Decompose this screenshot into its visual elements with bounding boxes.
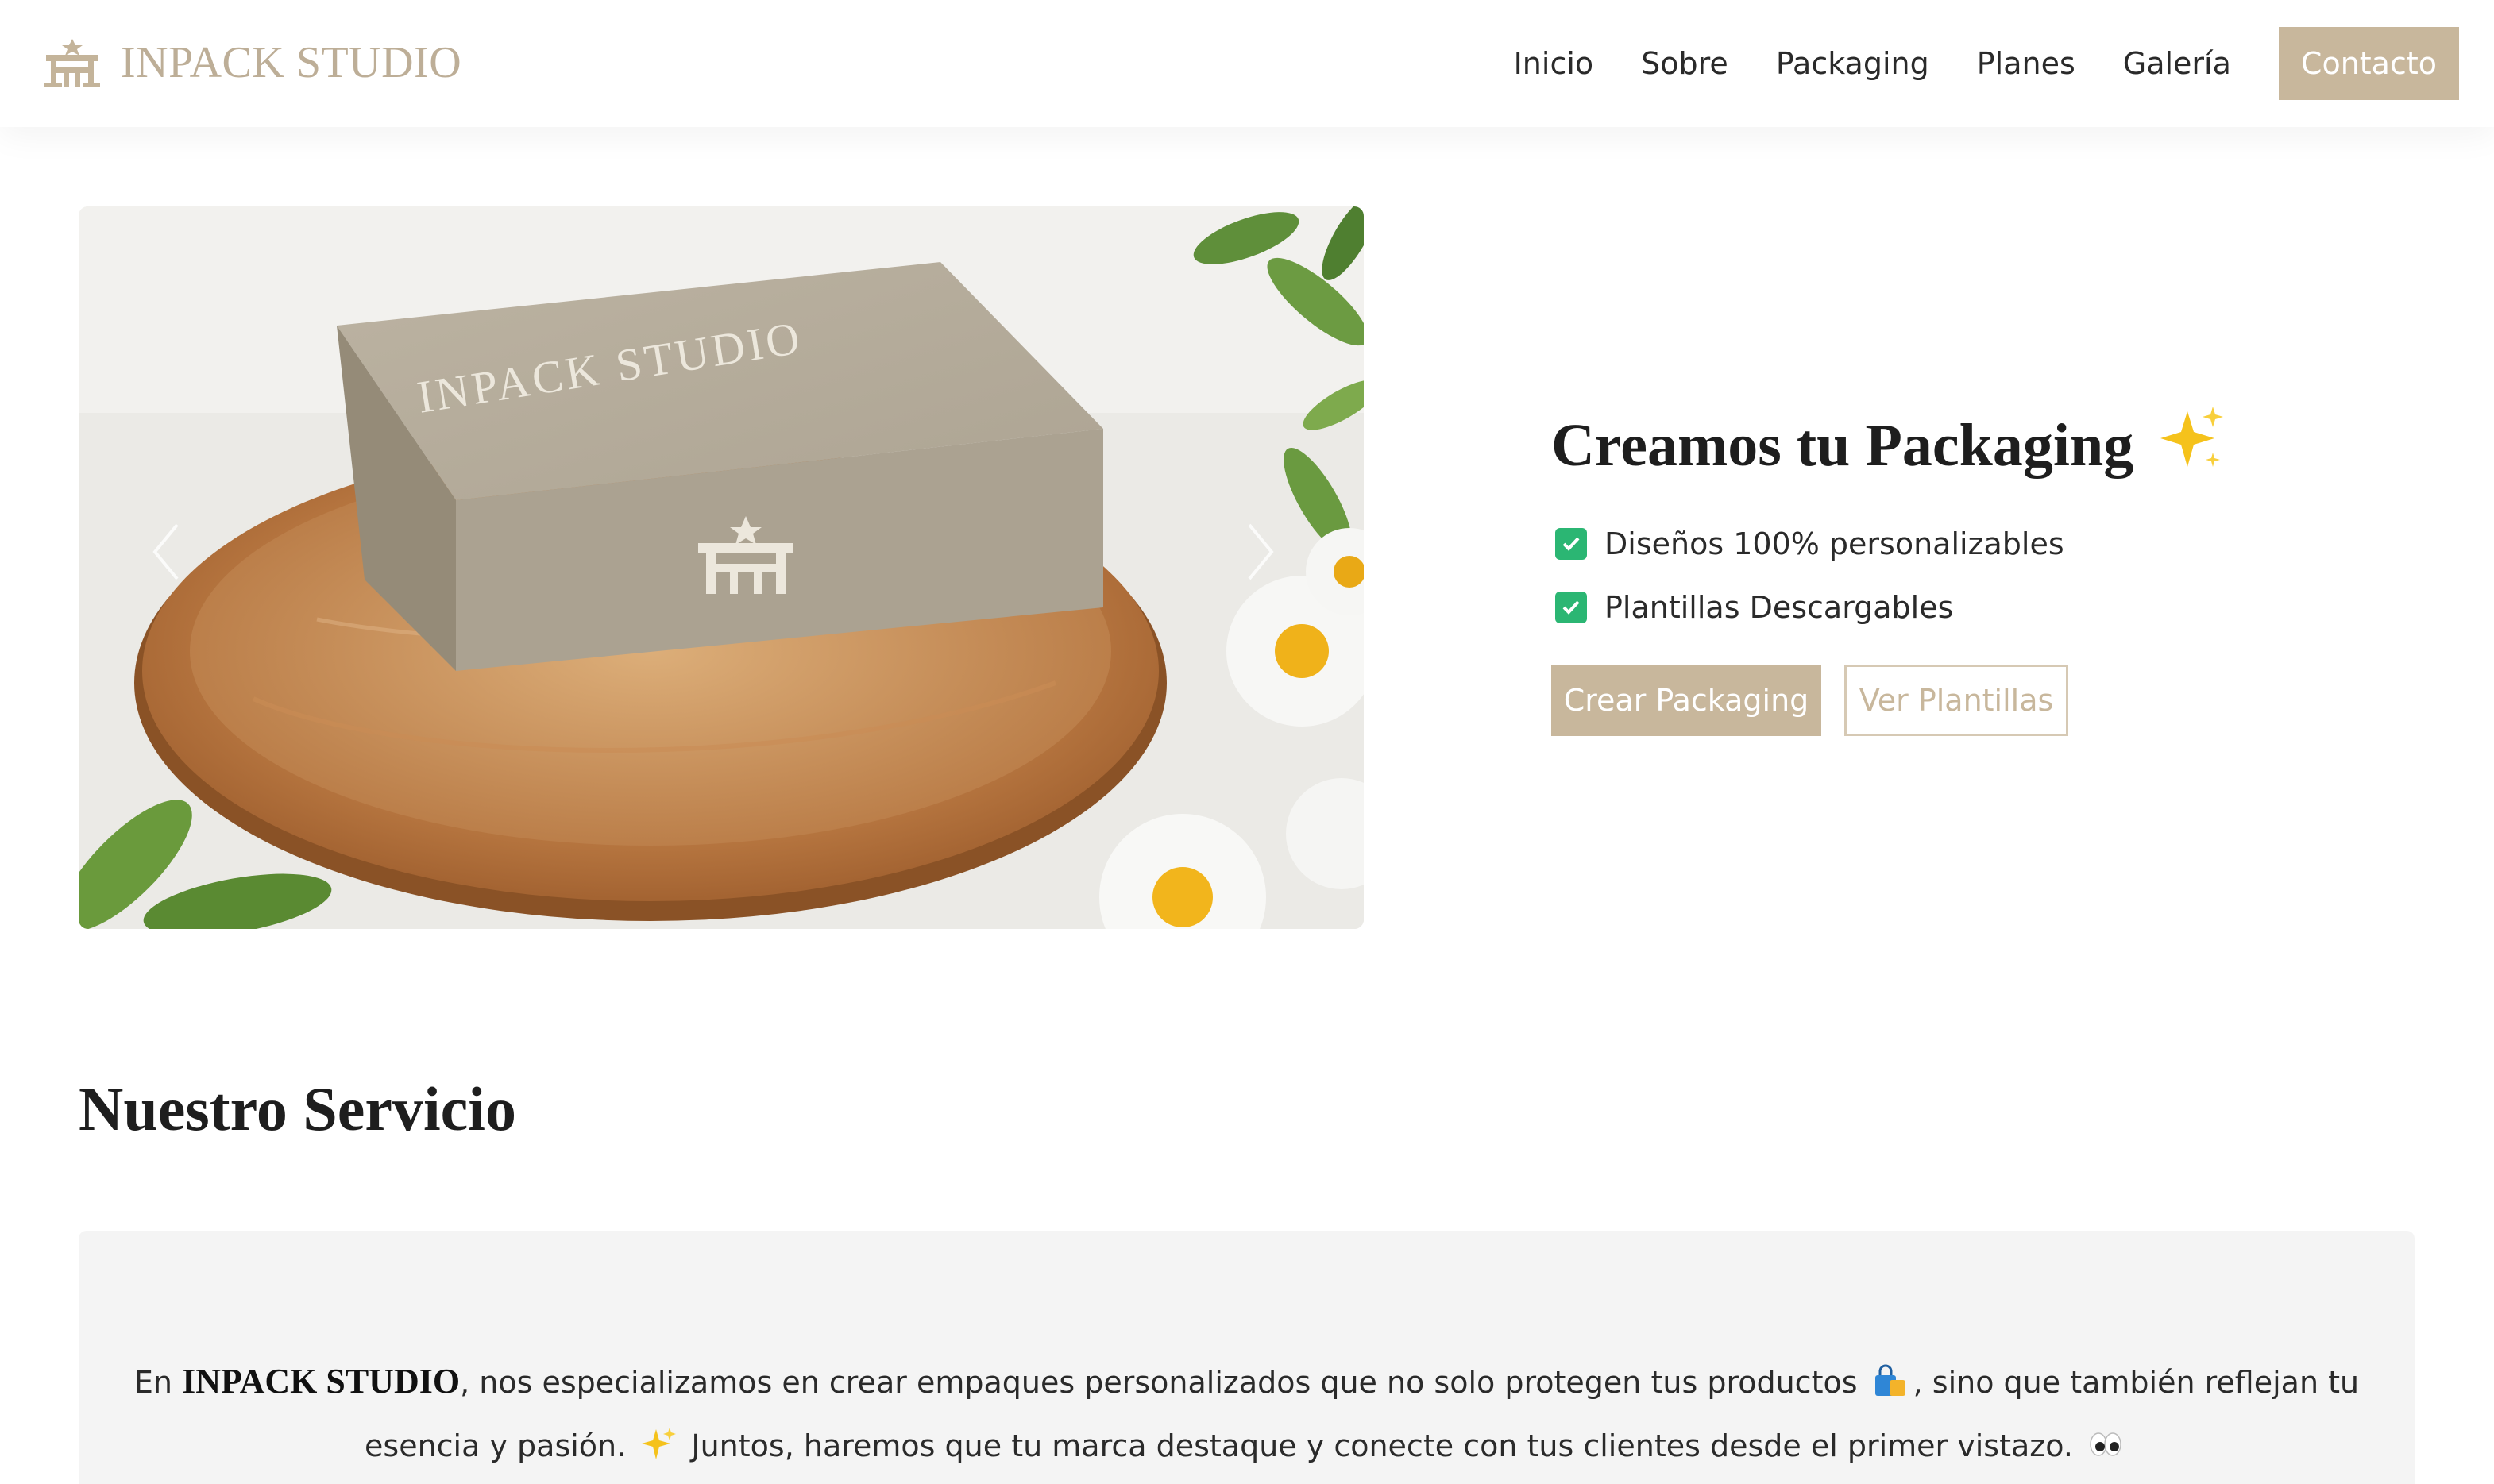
eyes-icon	[2090, 1432, 2121, 1456]
check-icon	[1555, 592, 1587, 623]
brand-name: INPACK STUDIO	[121, 38, 462, 87]
nav-item-galeria[interactable]: Galería	[2123, 46, 2231, 81]
inpack-logo-icon	[44, 39, 100, 87]
site-header: INPACK STUDIO Inicio Sobre Packaging Pla…	[0, 0, 2494, 127]
hero-title: Creamos tu Packaging	[1551, 405, 2227, 480]
chevron-left-icon	[152, 523, 179, 580]
service-text-part3: esencia y pasión.	[365, 1428, 636, 1463]
hero-carousel[interactable]: INPACK STUDIO	[79, 206, 1364, 929]
service-card: En INPACK STUDIO, nos especializamos en …	[79, 1231, 2415, 1484]
feature-label: Diseños 100% personalizables	[1604, 526, 2064, 561]
carousel-prev-button[interactable]	[150, 520, 198, 607]
contact-button[interactable]: Contacto	[2278, 27, 2459, 100]
hero-product-image: INPACK STUDIO	[79, 206, 1364, 929]
shopping-bags-icon	[1874, 1364, 1905, 1396]
brand[interactable]: INPACK STUDIO	[43, 35, 461, 91]
feature-label: Plantillas Descargables	[1604, 590, 1954, 625]
check-icon	[1555, 528, 1587, 560]
carousel-next-button[interactable]	[1245, 520, 1292, 607]
feature-item: Diseños 100% personalizables	[1555, 512, 2064, 576]
nav-item-packaging[interactable]: Packaging	[1776, 46, 1929, 81]
service-line-2: esencia y pasión. Juntos, haremos que tu…	[79, 1414, 2415, 1478]
feature-item: Plantillas Descargables	[1555, 576, 2064, 639]
service-line-1: En INPACK STUDIO, nos especializamos en …	[79, 1350, 2415, 1414]
chevron-right-icon	[1248, 523, 1274, 580]
nav-item-sobre[interactable]: Sobre	[1641, 46, 1728, 81]
nav-item-planes[interactable]: Planes	[1977, 46, 2075, 81]
feature-list: Diseños 100% personalizables Plantillas …	[1555, 512, 2064, 639]
view-templates-button[interactable]: Ver Plantillas	[1844, 665, 2068, 736]
service-text-part4: Juntos, haremos que tu marca destaque y …	[681, 1428, 2083, 1463]
nav-item-inicio[interactable]: Inicio	[1514, 46, 1594, 81]
main-nav: Inicio Sobre Packaging Planes Galería Co…	[1514, 27, 2459, 100]
sparkles-icon	[642, 1428, 677, 1459]
service-text-part1: , nos especializamos en crear empaques p…	[460, 1365, 1867, 1400]
sparkles-icon	[2160, 407, 2224, 467]
service-brand: INPACK STUDIO	[182, 1362, 461, 1401]
section-title: Nuestro Servicio	[79, 1074, 516, 1143]
service-text-part2: , sino que también reflejan tu	[1913, 1365, 2360, 1400]
create-packaging-button[interactable]: Crear Packaging	[1551, 665, 1821, 736]
service-description: En INPACK STUDIO, nos especializamos en …	[79, 1350, 2415, 1478]
hero-title-text: Creamos tu Packaging	[1551, 412, 2134, 479]
service-text-prefix: En	[133, 1365, 183, 1400]
